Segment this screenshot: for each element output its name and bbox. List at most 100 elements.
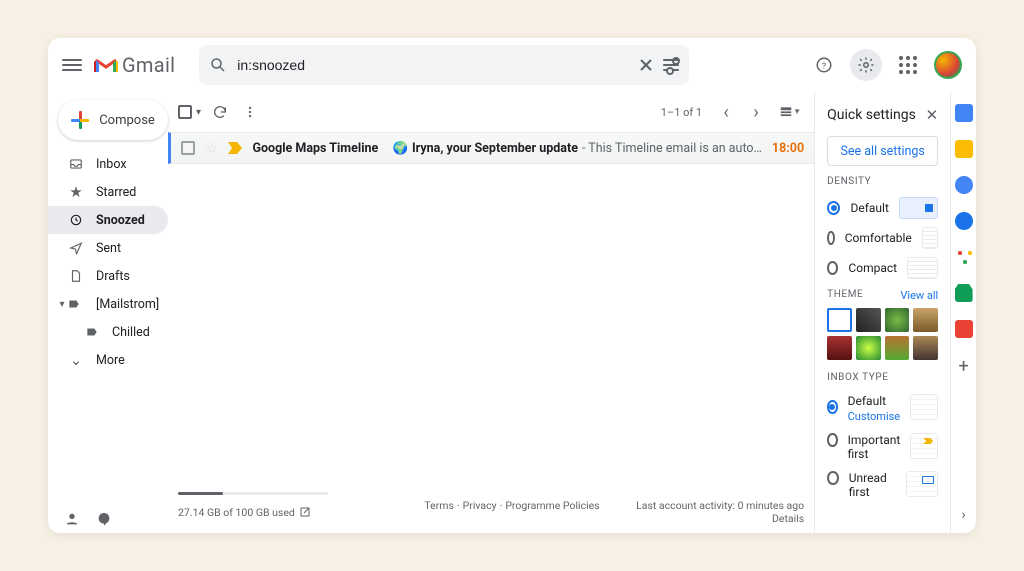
theme-option[interactable]	[856, 308, 881, 332]
nav-more[interactable]: ⌄More	[48, 346, 168, 374]
addon-icon[interactable]	[955, 248, 973, 266]
main-menu-button[interactable]	[62, 59, 82, 71]
account-avatar[interactable]	[934, 51, 962, 79]
compose-label: Compose	[99, 113, 155, 128]
side-apps-strip: + ›	[950, 92, 976, 533]
clear-search-icon[interactable]	[639, 58, 653, 72]
mail-checkbox[interactable]	[181, 141, 195, 155]
theme-option[interactable]	[827, 336, 852, 360]
radio-icon	[827, 471, 839, 485]
footer-links: Terms· Privacy· Programme Policies	[424, 499, 599, 512]
star-icon[interactable]: ☆	[205, 139, 218, 157]
inbox-type-unread[interactable]: Unread first	[827, 466, 938, 504]
support-button[interactable]: ?	[808, 49, 840, 81]
file-icon	[68, 268, 84, 284]
person-icon[interactable]	[64, 511, 80, 527]
calendar-app-icon[interactable]	[955, 104, 973, 122]
nav-starred[interactable]: ★Starred	[48, 178, 168, 206]
important-marker-icon[interactable]	[228, 142, 242, 154]
main-panel: ▾ 1–1 of 1 ‹ › ▾ ☆ Google Maps Timeline …	[168, 92, 814, 533]
label-icon	[84, 324, 100, 340]
send-icon	[68, 240, 84, 256]
more-button[interactable]	[239, 96, 261, 128]
mail-snippet: - This Timeline email is an auto…	[582, 141, 762, 156]
policies-link[interactable]: Programme Policies	[505, 499, 599, 512]
apps-grid-icon	[899, 56, 917, 74]
close-settings-icon[interactable]: ✕	[926, 106, 939, 124]
nav-inbox[interactable]: Inbox	[48, 150, 168, 178]
search-bar[interactable]	[199, 45, 689, 85]
addon-icon[interactable]	[955, 284, 973, 302]
keep-app-icon[interactable]	[955, 140, 973, 158]
inbox-type-label: INBOX TYPE	[827, 372, 938, 383]
theme-option[interactable]	[913, 336, 938, 360]
radio-icon	[827, 433, 837, 447]
quick-settings-title: Quick settings	[827, 107, 916, 123]
density-comfortable[interactable]: Comfortable	[827, 223, 938, 253]
gmail-window: Gmail ? Compose Inbox ★Starred Snoozed S…	[48, 38, 976, 533]
collapse-side-panel-icon[interactable]: ›	[962, 507, 966, 523]
plus-icon	[71, 111, 89, 129]
addon-icon[interactable]	[955, 320, 973, 338]
inbox-type-important[interactable]: Important first	[827, 428, 938, 466]
details-link[interactable]: Details	[636, 512, 804, 525]
theme-option[interactable]	[885, 308, 910, 332]
mail-sender: Google Maps Timeline	[252, 141, 382, 156]
theme-label: THEMEView all	[827, 289, 938, 302]
gmail-wordmark: Gmail	[122, 53, 175, 77]
mail-row[interactable]: ☆ Google Maps Timeline 🌍 Iryna, your Sep…	[168, 132, 814, 164]
search-options-icon[interactable]	[663, 58, 679, 72]
theme-view-all[interactable]: View all	[900, 289, 938, 302]
top-bar: Gmail ?	[48, 38, 976, 92]
compose-button[interactable]: Compose	[58, 100, 168, 140]
radio-icon	[827, 201, 840, 215]
prev-page-button[interactable]: ‹	[714, 96, 738, 128]
refresh-button[interactable]	[207, 96, 233, 128]
svg-text:?: ?	[822, 62, 826, 72]
tasks-app-icon[interactable]	[955, 176, 973, 194]
search-icon	[209, 56, 227, 74]
customise-link[interactable]: Customise	[848, 410, 901, 423]
apps-button[interactable]	[892, 49, 924, 81]
privacy-link[interactable]: Privacy	[463, 499, 497, 512]
activity-text: Last account activity: 0 minutes ago	[636, 499, 804, 512]
footer: 27.14 GB of 100 GB used Terms· Privacy· …	[168, 486, 814, 533]
radio-icon	[827, 231, 835, 245]
gmail-logo[interactable]: Gmail	[94, 53, 175, 77]
density-default[interactable]: Default	[827, 193, 938, 223]
select-all-checkbox[interactable]	[178, 105, 192, 119]
theme-option[interactable]	[885, 336, 910, 360]
nav-mailstrom[interactable]: ▾[Mailstrom]	[48, 290, 168, 318]
theme-option[interactable]	[856, 336, 881, 360]
theme-option[interactable]	[913, 308, 938, 332]
label-icon	[67, 297, 81, 311]
star-icon: ★	[68, 184, 84, 200]
radio-icon	[827, 261, 838, 275]
see-all-settings-button[interactable]: See all settings	[827, 136, 938, 166]
settings-button[interactable]	[850, 49, 882, 81]
inbox-type-default[interactable]: DefaultCustomise	[827, 389, 938, 428]
get-addons-button[interactable]: +	[959, 356, 969, 377]
split-pane-button[interactable]: ▾	[774, 96, 804, 128]
select-dropdown-icon[interactable]: ▾	[196, 107, 201, 118]
nav-sent[interactable]: Sent	[48, 234, 168, 262]
nav-snoozed[interactable]: Snoozed	[48, 206, 168, 234]
density-compact[interactable]: Compact	[827, 253, 938, 283]
nav-chilled[interactable]: Chilled	[48, 318, 168, 346]
terms-link[interactable]: Terms	[424, 499, 454, 512]
next-page-button[interactable]: ›	[744, 96, 768, 128]
mail-subject: Iryna, your September update	[412, 141, 578, 156]
storage-text: 27.14 GB of 100 GB used	[178, 506, 295, 519]
contacts-app-icon[interactable]	[955, 212, 973, 230]
search-input[interactable]	[237, 57, 629, 73]
left-sidebar: Compose Inbox ★Starred Snoozed Sent Draf…	[48, 92, 168, 533]
clock-icon	[68, 212, 84, 228]
gear-icon	[857, 56, 875, 74]
storage-bar	[178, 492, 328, 495]
theme-option[interactable]	[827, 308, 852, 332]
mail-toolbar: ▾ 1–1 of 1 ‹ › ▾	[168, 92, 814, 132]
nav-drafts[interactable]: Drafts	[48, 262, 168, 290]
hangouts-icon[interactable]	[96, 511, 112, 527]
open-external-icon[interactable]	[299, 506, 311, 518]
radio-icon	[827, 400, 838, 414]
